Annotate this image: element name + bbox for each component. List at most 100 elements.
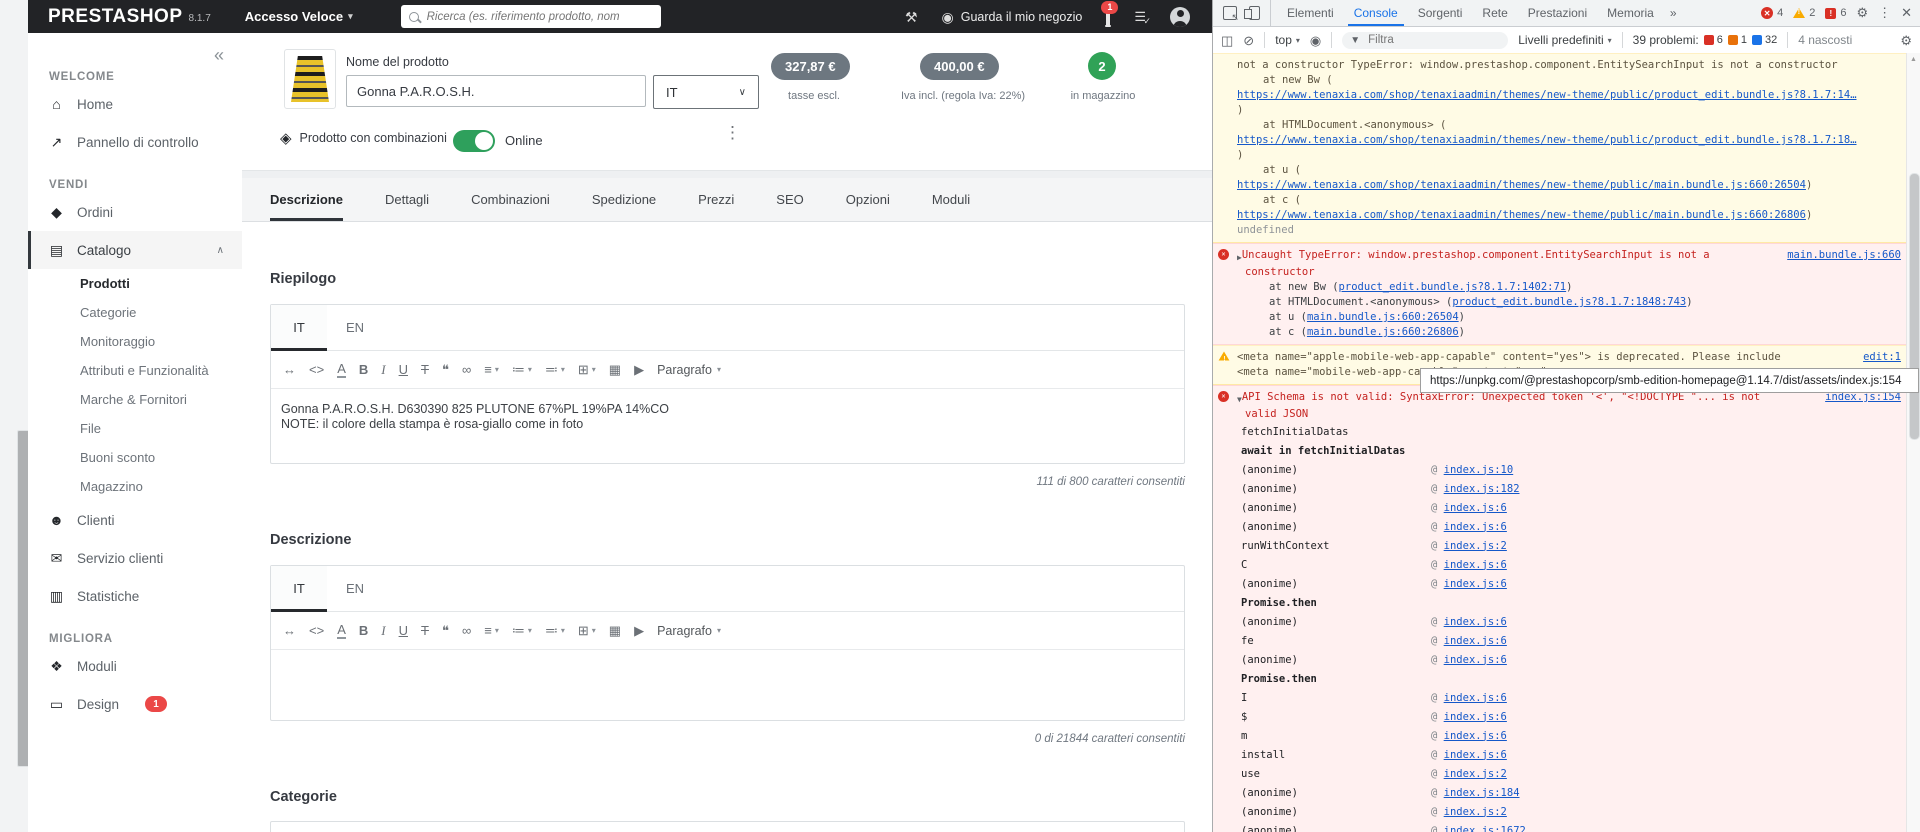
devtools-close-icon[interactable]: ✕ — [1901, 5, 1912, 21]
filter-input[interactable] — [1366, 33, 1501, 47]
language-select[interactable]: IT ∨ — [653, 75, 759, 109]
image-icon[interactable]: ▦▾ — [609, 624, 621, 637]
product-name-input[interactable] — [346, 75, 646, 107]
table-icon[interactable]: ⊞ ▾ — [578, 624, 596, 637]
view-shop-link[interactable]: ◉ Guarda il mio negozio — [942, 10, 1083, 24]
sidebar-item-catalog[interactable]: ▤ Catalogo ∧ — [28, 231, 242, 269]
issues-icon[interactable]: ! — [1825, 7, 1837, 19]
devtools-tab[interactable]: Prestazioni — [1518, 0, 1597, 26]
context-selector[interactable]: top ▾ — [1275, 33, 1300, 47]
console-scrollbar-thumb[interactable] — [1909, 173, 1920, 440]
source-link[interactable]: main.bundle.js:660 — [1779, 248, 1901, 263]
console-log[interactable]: not a constructor TypeError: window.pres… — [1213, 53, 1907, 832]
more-tabs-icon[interactable]: » — [1664, 0, 1683, 26]
product-tab[interactable]: Prezzi — [698, 178, 734, 221]
blockquote-icon[interactable]: ❝▾ — [442, 624, 449, 637]
product-tab[interactable]: Spedizione — [592, 178, 656, 221]
text-color-icon[interactable]: A▾ — [337, 623, 346, 639]
code-expand-icon[interactable]: ↔▾ — [283, 363, 296, 376]
source-code-icon[interactable]: <>▾ — [309, 624, 324, 637]
sidebar-item-brands-suppliers[interactable]: Marche & Fornitori — [28, 385, 242, 414]
product-tab[interactable]: Combinazioni — [471, 178, 550, 221]
lang-tab[interactable]: IT — [271, 305, 327, 351]
sidebar-item-files[interactable]: File — [28, 414, 242, 443]
page-scrollbar[interactable] — [0, 0, 30, 832]
numbered-list-icon[interactable]: ≕ ▾ — [545, 363, 565, 376]
strikethrough-icon[interactable]: T▾ — [421, 624, 429, 637]
account-avatar[interactable] — [1170, 6, 1190, 27]
global-search[interactable] — [400, 5, 661, 28]
eye-icon[interactable]: ◉ — [1310, 34, 1321, 47]
sidebar-item-orders[interactable]: ◆ Ordini — [28, 193, 242, 231]
kebab-menu-icon[interactable]: ⋮ — [724, 123, 741, 143]
devtools-menu-icon[interactable]: ⋮ — [1878, 5, 1891, 21]
device-toolbar-icon[interactable] — [1244, 6, 1260, 20]
description-editor-content[interactable] — [271, 650, 1184, 720]
inspect-element-icon[interactable] — [1223, 6, 1239, 23]
sidebar-item-customer-service[interactable]: ✉ Servizio clienti — [28, 539, 242, 577]
sidebar-item-attributes[interactable]: Attributi e Funzionalità — [28, 356, 242, 385]
bold-icon[interactable]: B▾ — [359, 624, 368, 637]
code-expand-icon[interactable]: ↔▾ — [283, 624, 296, 637]
underline-icon[interactable]: U▾ — [399, 363, 408, 376]
devtools-tab[interactable]: Rete — [1472, 0, 1517, 26]
media-icon[interactable]: ▶▾ — [634, 624, 644, 637]
product-tab[interactable]: Dettagli — [385, 178, 429, 221]
clear-console-icon[interactable]: ⊘ — [1243, 34, 1254, 47]
console-scrollbar[interactable]: ▲ — [1906, 53, 1920, 832]
table-icon[interactable]: ⊞ ▾ — [578, 363, 596, 376]
sidebar-item-monitoring[interactable]: Monitoraggio — [28, 327, 242, 356]
devtools-tab[interactable]: Console — [1344, 0, 1408, 26]
problems-summary[interactable]: 39 problemi: 6 1 32 — [1633, 33, 1778, 47]
online-toggle[interactable] — [453, 130, 495, 152]
product-thumbnail[interactable] — [284, 49, 336, 109]
lang-tab[interactable]: EN — [327, 566, 383, 611]
product-tab[interactable]: Moduli — [932, 178, 970, 221]
underline-icon[interactable]: U▾ — [399, 624, 408, 637]
product-tab[interactable]: SEO — [776, 178, 803, 221]
log-levels-select[interactable]: Livelli predefiniti ▾ — [1518, 33, 1611, 47]
devtools-tab[interactable]: Elementi — [1277, 0, 1344, 26]
link-icon[interactable]: ∞▾ — [462, 363, 471, 376]
sidebar-item-customers[interactable]: ☻ Clienti — [28, 501, 242, 539]
summary-editor-content[interactable]: Gonna P.A.R.O.S.H. D630390 825 PLUTONE 6… — [271, 389, 1184, 463]
source-link[interactable]: edit:1 — [1855, 350, 1901, 365]
strikethrough-icon[interactable]: T▾ — [421, 363, 429, 376]
sidebar-collapse-button[interactable]: « — [214, 45, 224, 66]
bold-icon[interactable]: B▾ — [359, 363, 368, 376]
notifications-button[interactable]: 1 — [1101, 0, 1119, 26]
sidebar-item-dashboard[interactable]: ↗ Pannello di controllo — [28, 123, 242, 161]
italic-icon[interactable]: I▾ — [381, 624, 385, 637]
prestashop-logo[interactable]: PRESTASHOP — [48, 6, 183, 28]
align-icon[interactable]: ≡ ▾ — [484, 624, 499, 637]
italic-icon[interactable]: I▾ — [381, 363, 385, 376]
search-input[interactable] — [424, 9, 653, 24]
source-code-icon[interactable]: <>▾ — [309, 363, 324, 376]
sidebar-item-categories[interactable]: Categorie — [28, 298, 242, 327]
devtools-settings-icon[interactable]: ⚙ — [1856, 5, 1868, 21]
error-icon[interactable]: ✕ — [1761, 7, 1774, 19]
activity-list-icon[interactable]: ☰ ✓ — [1134, 9, 1151, 26]
sidebar-item-stock[interactable]: Magazzino — [28, 472, 242, 501]
sidebar-item-modules[interactable]: ❖ Moduli — [28, 647, 242, 685]
product-tab[interactable]: Opzioni — [846, 178, 890, 221]
align-icon[interactable]: ≡ ▾ — [484, 363, 499, 376]
devtools-tab[interactable]: Memoria — [1597, 0, 1664, 26]
console-settings-icon[interactable]: ⚙ — [1900, 34, 1912, 47]
sidebar-item-discounts[interactable]: Buoni sconto — [28, 443, 242, 472]
debug-wrench-icon[interactable]: ⚒ — [905, 10, 918, 24]
quick-access-menu[interactable]: Accesso Veloce ▾ — [245, 9, 353, 24]
sidebar-item-design[interactable]: ▭ Design 1 — [28, 685, 242, 723]
product-tab[interactable]: Descrizione — [270, 178, 343, 221]
media-icon[interactable]: ▶▾ — [634, 363, 644, 376]
image-icon[interactable]: ▦▾ — [609, 363, 621, 376]
numbered-list-icon[interactable]: ≕ ▾ — [545, 624, 565, 637]
text-color-icon[interactable]: A▾ — [337, 362, 346, 378]
bullet-list-icon[interactable]: ≔ ▾ — [512, 624, 532, 637]
paragraph-select[interactable]: Paragrafo ▾ — [657, 624, 721, 638]
devtools-tab[interactable]: Sorgenti — [1408, 0, 1473, 26]
lang-tab[interactable]: EN — [327, 305, 383, 350]
blockquote-icon[interactable]: ❝▾ — [442, 363, 449, 376]
paragraph-select[interactable]: Paragrafo ▾ — [657, 363, 721, 377]
link-icon[interactable]: ∞▾ — [462, 624, 471, 637]
